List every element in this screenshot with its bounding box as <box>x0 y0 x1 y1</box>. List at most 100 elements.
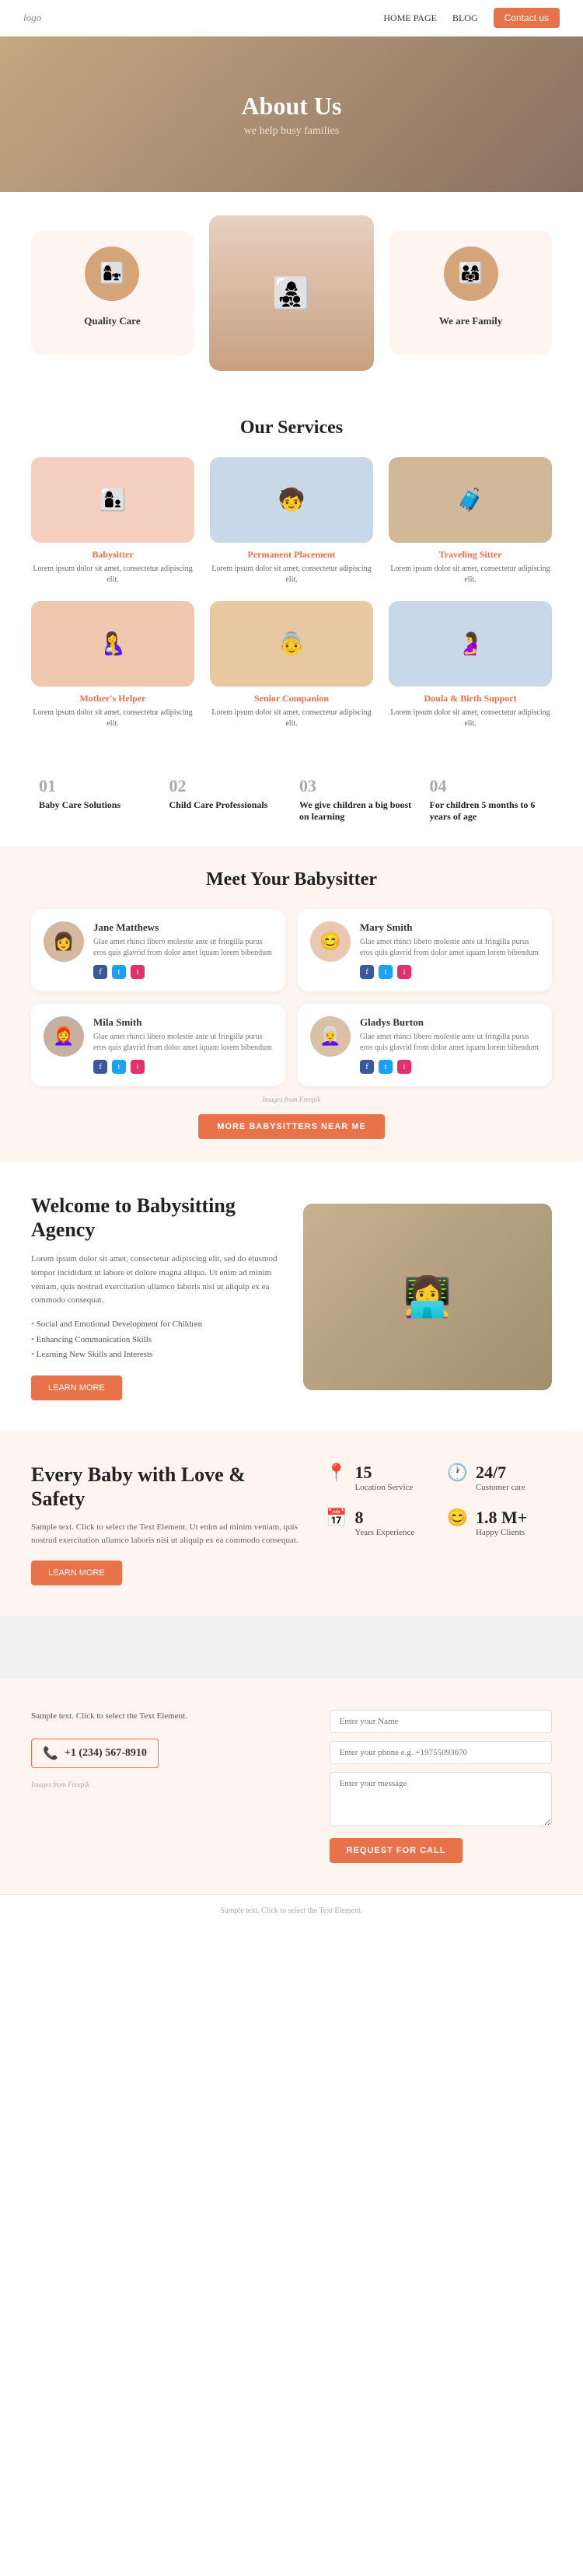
instagram-icon[interactable]: i <box>131 1060 145 1074</box>
bullet-item-3: Learning New Skills and Interests <box>31 1347 280 1363</box>
welcome-text: Welcome to Babysitting Agency Lorem ipsu… <box>31 1194 280 1400</box>
welcome-section: Welcome to Babysitting Agency Lorem ipsu… <box>0 1162 583 1431</box>
meet-section: Meet Your Babysitter 👩 Jane Matthews Gla… <box>0 846 583 1162</box>
contact-freepik-note: Images from Freepik <box>31 1781 298 1788</box>
welcome-image: 👩‍💻 <box>303 1204 552 1390</box>
list-item: 👩‍🦰 Mila Smith Glae amet rhinci libero m… <box>31 1004 285 1086</box>
number-item-3: 03 We give children a big boost on learn… <box>292 776 422 823</box>
gray-spacer <box>0 1617 583 1679</box>
list-item: 🧒 Permanent Placement Lorem ipsum dolor … <box>210 457 373 585</box>
list-item: 👩 Jane Matthews Glae amet rhinci libero … <box>31 909 285 991</box>
stats-title: Every Baby with Love & Safety <box>31 1463 302 1511</box>
hero-section: About Us we help busy families <box>0 37 583 192</box>
footer-text: Sample text. Click to select the Text El… <box>221 1907 363 1915</box>
number-3-num: 03 <box>299 776 414 796</box>
stat-clients-info: 1.8 M+ Happy Clients <box>476 1508 527 1537</box>
message-input[interactable] <box>330 1772 552 1826</box>
smile-icon: 😊 <box>447 1508 468 1528</box>
service-senior-title: Senior Companion <box>254 693 329 704</box>
list-item: 👩‍🦳 Gladys Burton Glae amet rhinci liber… <box>298 1004 552 1086</box>
contact-left: Sample text. Click to select the Text El… <box>31 1710 298 1863</box>
meet-title: Meet Your Babysitter <box>31 869 552 890</box>
hero-title: About Us <box>242 92 342 121</box>
stats-learn-button[interactable]: LEARN MORE <box>31 1561 122 1585</box>
nav-cta-button[interactable]: Contact us <box>494 8 560 28</box>
facebook-icon[interactable]: f <box>360 965 374 979</box>
instagram-icon[interactable]: i <box>397 965 411 979</box>
service-doula-title: Doula & Birth Support <box>424 693 516 704</box>
facebook-icon[interactable]: f <box>93 1060 107 1074</box>
number-1-num: 01 <box>39 776 154 796</box>
more-btn-wrap: MORE BABYSITTERS NEAR ME <box>31 1114 552 1139</box>
sitter-2-bio: Glae amet rhinci libero molestie ante ut… <box>360 937 539 959</box>
stat-item-clients: 😊 1.8 M+ Happy Clients <box>447 1508 552 1537</box>
stat-location-info: 15 Location Service <box>355 1463 414 1492</box>
sitter-3-name: Mila Smith <box>93 1016 273 1029</box>
nav-blog[interactable]: BLOG <box>452 12 478 24</box>
service-babysitter-image: 👩‍👦 <box>31 457 194 543</box>
footer: Sample text. Click to select the Text El… <box>0 1894 583 1924</box>
twitter-icon[interactable]: t <box>112 1060 126 1074</box>
nav-links: HOME PAGE BLOG Contact us <box>383 8 560 28</box>
service-permanent-image: 🧒 <box>210 457 373 543</box>
sitter-2-name: Mary Smith <box>360 921 539 934</box>
location-icon: 📍 <box>326 1463 347 1483</box>
clock-icon: 🕐 <box>447 1463 468 1483</box>
feature-card-quality: 👩‍👧 Quality Care <box>31 231 194 355</box>
facebook-icon[interactable]: f <box>93 965 107 979</box>
service-senior-desc: Lorem ipsum dolor sit amet, consectetur … <box>210 708 373 729</box>
sitter-1-bio: Glae amet rhinci libero molestie ante ut… <box>93 937 273 959</box>
meet-grid: 👩 Jane Matthews Glae amet rhinci libero … <box>31 909 552 1086</box>
logo: logo <box>23 12 41 24</box>
welcome-learn-button[interactable]: LEARN MORE <box>31 1375 122 1400</box>
stat-location-num: 15 <box>355 1463 414 1483</box>
sitter-1-social: f t i <box>93 965 273 979</box>
more-babysitters-button[interactable]: MORE BABYSITTERS NEAR ME <box>198 1114 384 1139</box>
twitter-icon[interactable]: t <box>379 965 393 979</box>
navbar: logo HOME PAGE BLOG Contact us <box>0 0 583 37</box>
stat-care-label: Customer care <box>476 1483 525 1492</box>
twitter-icon[interactable]: t <box>112 965 126 979</box>
number-2-num: 02 <box>169 776 285 796</box>
number-1-label: Baby Care Solutions <box>39 799 154 811</box>
list-item: 🧳 Traveling Sitter Lorem ipsum dolor sit… <box>389 457 552 585</box>
submit-button[interactable]: REQUEST FOR CALL <box>330 1838 463 1863</box>
stat-clients-label: Happy Clients <box>476 1528 527 1537</box>
freepik-note: Images from Freepik <box>31 1096 552 1103</box>
welcome-desc: Lorem ipsum dolor sit amet, consectetur … <box>31 1253 280 1307</box>
list-item: 🤱 Mother's Helper Lorem ipsum dolor sit … <box>31 601 194 729</box>
service-mother-desc: Lorem ipsum dolor sit amet, consectetur … <box>31 708 194 729</box>
phone-input[interactable] <box>330 1741 552 1764</box>
nav-home[interactable]: HOME PAGE <box>383 12 437 24</box>
quality-care-title: Quality Care <box>84 315 140 327</box>
facebook-icon[interactable]: f <box>360 1060 374 1074</box>
stats-grid: 📍 15 Location Service 🕐 24/7 Customer ca… <box>326 1463 552 1537</box>
hero-text: About Us we help busy families <box>242 92 342 138</box>
family-title: We are Family <box>439 315 502 327</box>
twitter-icon[interactable]: t <box>379 1060 393 1074</box>
instagram-icon[interactable]: i <box>397 1060 411 1074</box>
instagram-icon[interactable]: i <box>131 965 145 979</box>
service-senior-image: 👵 <box>210 601 373 687</box>
sitter-1-avatar: 👩 <box>44 921 84 962</box>
feature-card-family: 👨‍👩‍👧 We are Family <box>389 231 552 355</box>
service-mother-image: 🤱 <box>31 601 194 687</box>
stat-care-num: 24/7 <box>476 1463 525 1483</box>
service-traveling-title: Traveling Sitter <box>439 549 502 561</box>
stats-left: Every Baby with Love & Safety Sample tex… <box>31 1463 302 1585</box>
stat-care-info: 24/7 Customer care <box>476 1463 525 1492</box>
hero-subtitle: we help busy families <box>242 125 342 138</box>
contact-section: Sample text. Click to select the Text El… <box>0 1679 583 1894</box>
phone-icon: 📞 <box>43 1746 58 1761</box>
sitter-4-social: f t i <box>360 1060 539 1074</box>
stat-clients-num: 1.8 M+ <box>476 1508 527 1528</box>
stat-exp-info: 8 Years Experience <box>355 1508 415 1537</box>
services-section: Our Services 👩‍👦 Babysitter Lorem ipsum … <box>0 394 583 753</box>
phone-number: +1 (234) 567-8910 <box>65 1747 147 1760</box>
sitter-4-bio: Glae amet rhinci libero molestie ante ut… <box>360 1032 539 1054</box>
name-input[interactable] <box>330 1710 552 1733</box>
sitter-2-social: f t i <box>360 965 539 979</box>
stats-desc: Sample text. Click to select the Text El… <box>31 1521 302 1548</box>
service-traveling-desc: Lorem ipsum dolor sit amet, consectetur … <box>389 564 552 585</box>
feature-cards: 👩‍👧 Quality Care 👩‍👧‍👦 👨‍👩‍👧 We are Fami… <box>0 192 583 394</box>
